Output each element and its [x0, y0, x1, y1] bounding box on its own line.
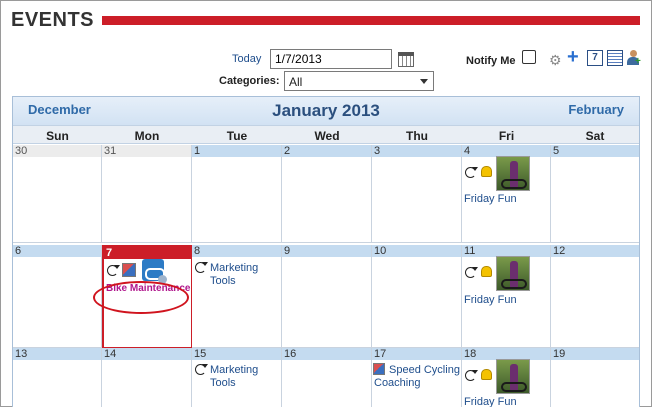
event-thumbnail[interactable]	[496, 359, 530, 394]
bell-icon	[481, 369, 492, 380]
bell-icon	[481, 166, 492, 177]
day-cell[interactable]: 14	[102, 348, 192, 407]
day-cell[interactable]: 8 Marketing Tools	[192, 245, 282, 348]
day-number[interactable]: 13	[13, 348, 101, 360]
chevron-down-icon	[420, 79, 428, 84]
notify-me-checkbox[interactable]	[522, 50, 536, 64]
categories-select[interactable]: All	[284, 71, 434, 91]
recurring-icon	[195, 364, 208, 375]
weekday-label: Mon	[134, 129, 160, 143]
title-accent-bar	[102, 16, 640, 25]
day-number[interactable]: 5	[551, 145, 639, 157]
day-cell[interactable]: 31	[102, 145, 192, 243]
day-number[interactable]: 2	[282, 145, 371, 157]
day-cell[interactable]: 12	[551, 245, 639, 348]
day-number[interactable]: 9	[282, 245, 371, 257]
day-number[interactable]: 17	[372, 348, 461, 360]
day-cell[interactable]: 17 Speed Cycling Coaching	[372, 348, 462, 407]
calendar-picker-icon[interactable]	[398, 52, 414, 67]
day-cell[interactable]: 18 Friday Fun	[462, 348, 551, 407]
next-month-link[interactable]: February	[568, 102, 624, 117]
event-link-marketing-tools[interactable]: Marketing Tools	[210, 262, 270, 288]
recurring-icon	[465, 370, 478, 381]
highlight-annotation	[93, 281, 189, 314]
notify-me-label: Notify Me	[466, 55, 516, 67]
day-number[interactable]: 1	[192, 145, 281, 157]
gear-icon[interactable]: ⚙	[549, 52, 565, 68]
recurring-icon	[465, 167, 478, 178]
recurring-icon	[107, 265, 120, 276]
categories-label: Categories:	[219, 75, 280, 87]
day-cell[interactable]: 10	[372, 245, 462, 348]
day-number[interactable]: 16	[282, 348, 371, 360]
bike-icon[interactable]	[142, 259, 167, 284]
weekday-label: Sun	[46, 129, 69, 143]
day-cell[interactable]: 3	[372, 145, 462, 243]
categories-selected-value: All	[289, 75, 303, 89]
recurring-icon	[465, 267, 478, 278]
day-number[interactable]: 19	[551, 348, 639, 360]
weekday-label: Tue	[226, 129, 248, 143]
recurring-icon	[195, 262, 208, 273]
day-cell[interactable]: 16	[282, 348, 372, 407]
list-view-icon[interactable]	[607, 50, 623, 66]
day-number[interactable]: 8	[192, 245, 281, 257]
event-thumbnail[interactable]	[496, 256, 530, 291]
day-number[interactable]: 6	[13, 245, 101, 257]
day-cell[interactable]: 13	[13, 348, 102, 407]
today-link[interactable]: Today	[232, 53, 261, 65]
day-number[interactable]: 12	[551, 245, 639, 257]
day-cell[interactable]: 5	[551, 145, 639, 243]
current-month-title: January 2013	[272, 101, 380, 120]
day-cell[interactable]: 2	[282, 145, 372, 243]
calendar-event-icon	[122, 263, 136, 277]
day-number[interactable]: 31	[102, 145, 191, 157]
day-cell[interactable]: 4 Friday Fun	[462, 145, 551, 243]
event-thumbnail[interactable]	[496, 156, 530, 191]
month-navigation: December January 2013 February	[13, 97, 639, 125]
day-cell[interactable]: 19	[551, 348, 639, 407]
day-number[interactable]: 14	[102, 348, 191, 360]
day-view-icon[interactable]: 7	[587, 50, 603, 66]
day-cell[interactable]: 6	[13, 245, 102, 348]
weekday-label: Sat	[585, 129, 605, 143]
day-number[interactable]: 7	[104, 247, 191, 259]
weekday-label: Fri	[498, 129, 515, 143]
event-link-marketing-tools[interactable]: Marketing Tools	[210, 364, 270, 390]
day-cell[interactable]: 9	[282, 245, 372, 348]
day-cell[interactable]: 30	[13, 145, 102, 243]
day-number[interactable]: 3	[372, 145, 461, 157]
weekday-label: Thu	[406, 129, 428, 143]
page-title: EVENTS	[11, 9, 95, 31]
day-cell[interactable]: 11 Friday Fun	[462, 245, 551, 348]
event-link-friday-fun[interactable]: Friday Fun	[464, 396, 517, 407]
day-cell[interactable]: 1	[192, 145, 282, 243]
add-event-icon[interactable]: +	[567, 47, 583, 67]
weekday-header: Sun Mon Tue Wed Thu Fri Sat	[13, 125, 639, 144]
day-number[interactable]: 10	[372, 245, 461, 257]
event-link-speed-cycling[interactable]: Speed Cycling Coaching	[374, 364, 460, 390]
weekday-label: Wed	[314, 129, 340, 143]
day-number[interactable]: 15	[192, 348, 281, 360]
event-link-friday-fun[interactable]: Friday Fun	[464, 193, 517, 206]
month-calendar: December January 2013 February Sun Mon T…	[12, 96, 640, 407]
add-user-icon[interactable]: +	[626, 50, 642, 67]
day-number[interactable]: 30	[13, 145, 101, 157]
day-cell[interactable]: 15 Marketing Tools	[192, 348, 282, 407]
bell-icon	[481, 266, 492, 277]
date-input[interactable]	[270, 49, 392, 69]
event-link-friday-fun[interactable]: Friday Fun	[464, 294, 517, 307]
